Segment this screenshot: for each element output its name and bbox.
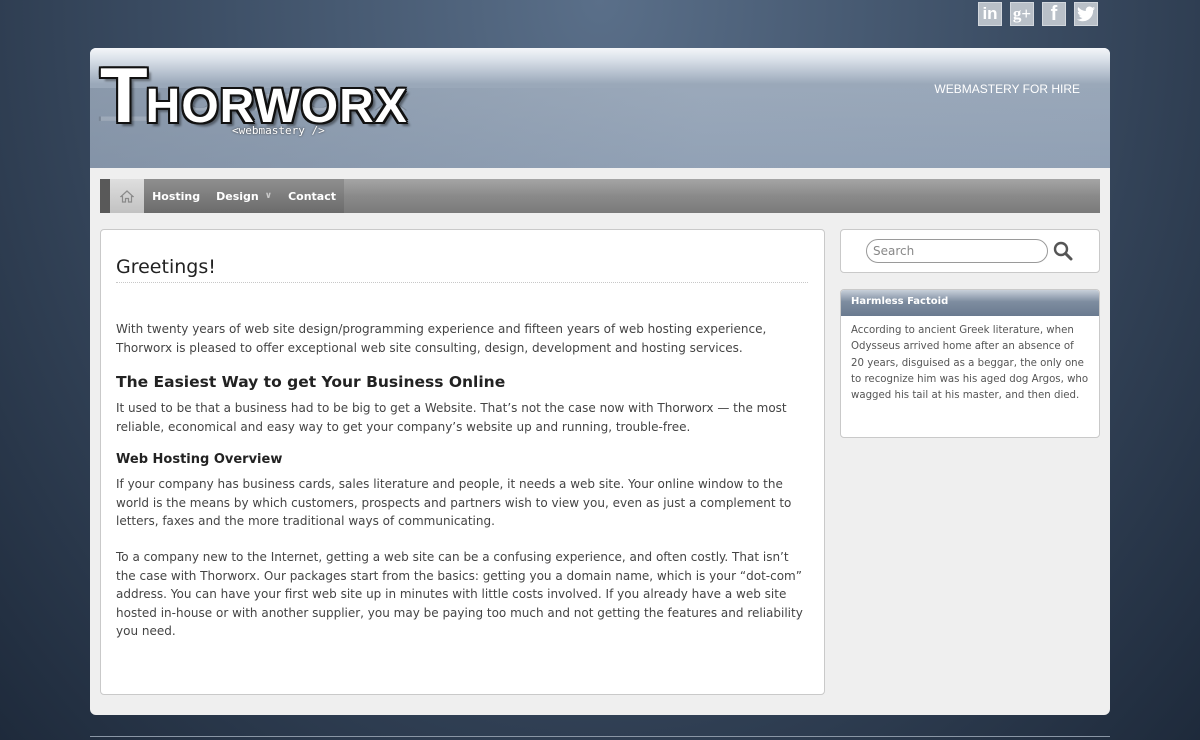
site-logo[interactable]: THORWORX: [100, 56, 408, 134]
nav-item-contact[interactable]: Contact: [280, 179, 344, 213]
search-input[interactable]: [866, 239, 1048, 263]
search-widget: [840, 229, 1100, 273]
subsection-heading: Web Hosting Overview: [116, 452, 283, 467]
facebook-icon[interactable]: f: [1042, 2, 1066, 26]
nav-item-design[interactable]: Design ∨: [208, 179, 280, 213]
hosting-paragraph-2: To a company new to the Internet, gettin…: [116, 550, 803, 638]
twitter-bird-shape: [1077, 6, 1095, 22]
search-icon: [1053, 241, 1073, 261]
nav-item-hosting[interactable]: Hosting: [144, 179, 208, 213]
main-content: Greetings! With twenty years of web site…: [100, 229, 825, 695]
nav-item-label: Contact: [288, 189, 336, 203]
logo-initial: T: [100, 51, 148, 139]
googleplus-icon[interactable]: g+: [1010, 2, 1034, 26]
section-heading: The Easiest Way to get Your Business Onl…: [116, 373, 506, 391]
hosting-paragraph: If your company has business cards, sale…: [116, 477, 792, 528]
nav-home[interactable]: [110, 179, 145, 213]
twitter-icon[interactable]: [1074, 2, 1098, 26]
logo-subtitle: <webmastery />: [232, 124, 325, 137]
page-title: Greetings!: [116, 256, 808, 283]
factoid-title: Harmless Factoid: [841, 290, 1099, 316]
linkedin-icon[interactable]: in: [978, 2, 1002, 26]
chevron-down-icon: ∨: [264, 191, 273, 201]
section-paragraph: It used to be that a business had to be …: [116, 401, 787, 434]
social-links: in g+ f: [978, 2, 1098, 26]
intro-paragraph: With twenty years of web site design/pro…: [116, 322, 767, 355]
search-button[interactable]: [1051, 239, 1075, 263]
nav-item-label: Design: [216, 189, 259, 203]
nav-menu: Hosting Design ∨ Contact: [110, 179, 344, 213]
home-icon: [120, 189, 135, 203]
site-header: THORWORX THORWORX <webmastery /> WEBMAST…: [90, 48, 1110, 168]
factoid-widget: Harmless Factoid According to ancient Gr…: [840, 289, 1100, 438]
footer-divider: [90, 736, 1110, 737]
site-tagline: WEBMASTERY FOR HIRE: [934, 82, 1080, 96]
nav-item-label: Hosting: [152, 189, 201, 203]
factoid-body: According to ancient Greek literature, w…: [851, 325, 1089, 402]
page-container: THORWORX THORWORX <webmastery /> WEBMAST…: [90, 48, 1110, 715]
main-nav: Hosting Design ∨ Contact: [100, 179, 1100, 213]
